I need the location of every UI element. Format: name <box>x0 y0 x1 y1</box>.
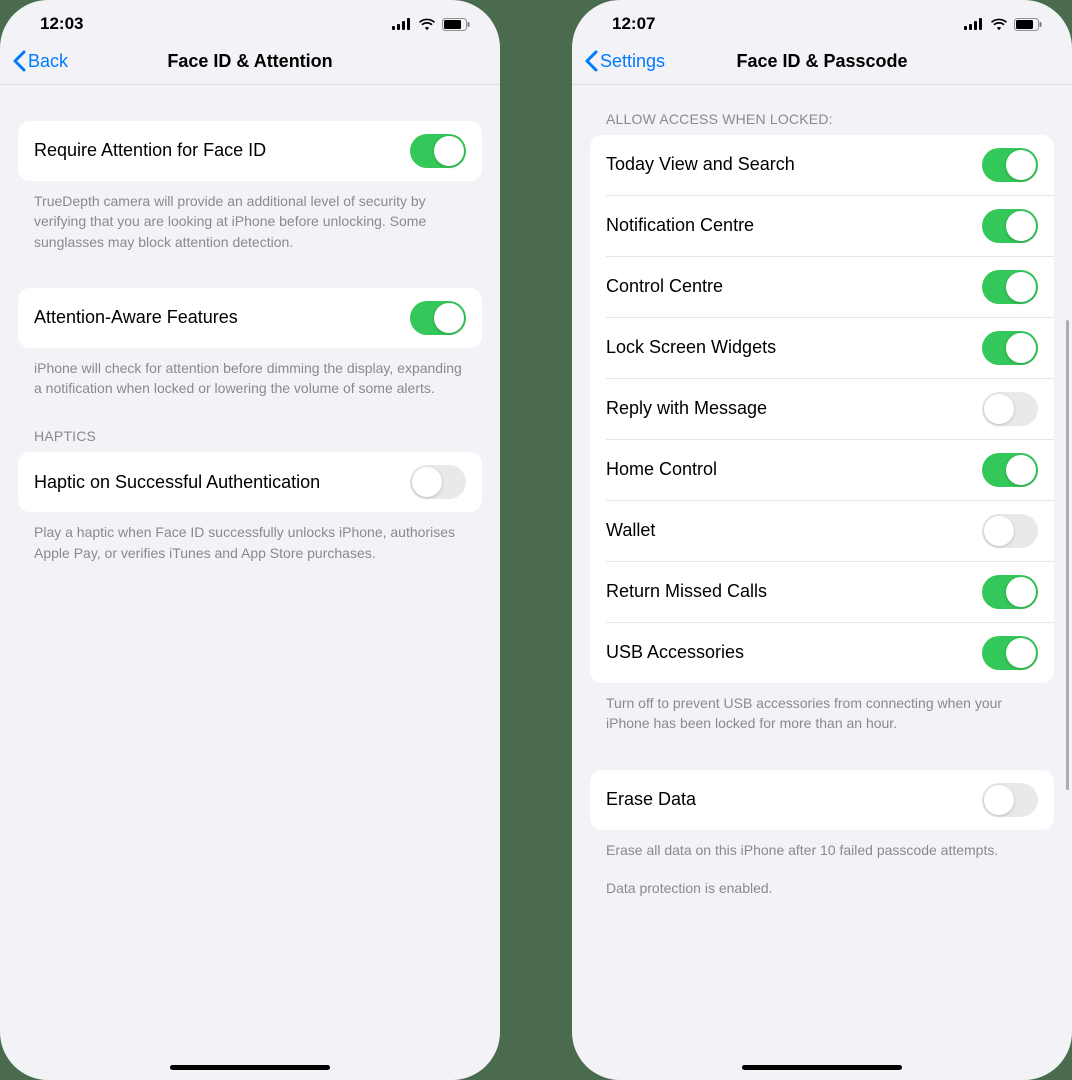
cellular-icon <box>964 18 984 30</box>
row-require-attention[interactable]: Require Attention for Face ID <box>18 121 482 181</box>
toggle-access-item[interactable] <box>982 270 1038 304</box>
back-button[interactable]: Back <box>12 50 68 72</box>
back-button[interactable]: Settings <box>584 50 665 72</box>
row-access-item[interactable]: Notification Centre <box>606 195 1054 256</box>
phone-left: 12:03 Back Face ID & Attention Require A… <box>0 0 500 1080</box>
toggle-access-item[interactable] <box>982 514 1038 548</box>
row-label: Require Attention for Face ID <box>34 139 266 162</box>
toggle-require-attention[interactable] <box>410 134 466 168</box>
footer-erase-2: Data protection is enabled. <box>606 878 1038 898</box>
wifi-icon <box>990 18 1008 31</box>
toggle-access-item[interactable] <box>982 453 1038 487</box>
phone-right: 12:07 Settings Face ID & Passcode ALLOW … <box>572 0 1072 1080</box>
toggle-access-item[interactable] <box>982 331 1038 365</box>
status-time: 12:03 <box>40 14 83 34</box>
row-label: Attention-Aware Features <box>34 306 238 329</box>
scroll-indicator[interactable] <box>1066 320 1069 790</box>
nav-bar: Settings Face ID & Passcode <box>572 40 1072 85</box>
wifi-icon <box>418 18 436 31</box>
row-attention-aware[interactable]: Attention-Aware Features <box>18 288 482 348</box>
footer-attention-aware: iPhone will check for attention before d… <box>34 358 466 399</box>
toggle-access-item[interactable] <box>982 209 1038 243</box>
row-label: Reply with Message <box>606 397 767 420</box>
section-header-haptics: HAPTICS <box>34 428 466 444</box>
row-label: Return Missed Calls <box>606 580 767 603</box>
back-label: Back <box>28 51 68 72</box>
footer-usb: Turn off to prevent USB accessories from… <box>606 693 1038 734</box>
row-label: Erase Data <box>606 788 696 811</box>
card-access: Today View and Search Notification Centre… <box>590 135 1054 683</box>
footer-erase-1: Erase all data on this iPhone after 10 f… <box>606 840 1038 860</box>
cellular-icon <box>392 18 412 30</box>
row-label: Control Centre <box>606 275 723 298</box>
toggle-access-item[interactable] <box>982 392 1038 426</box>
content-right: ALLOW ACCESS WHEN LOCKED: Today View and… <box>572 85 1072 1080</box>
card-haptic: Haptic on Successful Authentication <box>18 452 482 512</box>
toggle-access-item[interactable] <box>982 148 1038 182</box>
toggle-attention-aware[interactable] <box>410 301 466 335</box>
toggle-erase-data[interactable] <box>982 783 1038 817</box>
status-icons <box>964 18 1042 31</box>
row-label: Today View and Search <box>606 153 795 176</box>
toggle-access-item[interactable] <box>982 575 1038 609</box>
chevron-left-icon <box>584 50 598 72</box>
row-erase-data[interactable]: Erase Data <box>590 770 1054 830</box>
row-label: Haptic on Successful Authentication <box>34 471 320 494</box>
row-access-item[interactable]: Today View and Search <box>590 135 1054 195</box>
battery-icon <box>442 18 470 31</box>
status-bar: 12:03 <box>0 0 500 40</box>
row-haptic[interactable]: Haptic on Successful Authentication <box>18 452 482 512</box>
back-label: Settings <box>600 51 665 72</box>
section-header-access: ALLOW ACCESS WHEN LOCKED: <box>606 111 1038 127</box>
row-label: Notification Centre <box>606 214 754 237</box>
row-label: Home Control <box>606 458 717 481</box>
row-access-item[interactable]: Control Centre <box>606 256 1054 317</box>
toggle-access-item[interactable] <box>982 636 1038 670</box>
footer-haptic: Play a haptic when Face ID successfully … <box>34 522 466 563</box>
row-label: Lock Screen Widgets <box>606 336 776 359</box>
home-indicator[interactable] <box>170 1065 330 1070</box>
content-left: Require Attention for Face ID TrueDepth … <box>0 85 500 1080</box>
nav-bar: Back Face ID & Attention <box>0 40 500 85</box>
nav-title: Face ID & Attention <box>0 51 500 72</box>
row-access-item[interactable]: Home Control <box>606 439 1054 500</box>
footer-require-attention: TrueDepth camera will provide an additio… <box>34 191 466 252</box>
row-access-item[interactable]: Return Missed Calls <box>606 561 1054 622</box>
status-icons <box>392 18 470 31</box>
chevron-left-icon <box>12 50 26 72</box>
card-attention-aware: Attention-Aware Features <box>18 288 482 348</box>
toggle-haptic[interactable] <box>410 465 466 499</box>
status-time: 12:07 <box>612 14 655 34</box>
card-require-attention: Require Attention for Face ID <box>18 121 482 181</box>
card-erase: Erase Data <box>590 770 1054 830</box>
row-label: Wallet <box>606 519 655 542</box>
status-bar: 12:07 <box>572 0 1072 40</box>
row-label: USB Accessories <box>606 641 744 664</box>
home-indicator[interactable] <box>742 1065 902 1070</box>
row-access-item[interactable]: USB Accessories <box>606 622 1054 683</box>
row-access-item[interactable]: Wallet <box>606 500 1054 561</box>
row-access-item[interactable]: Reply with Message <box>606 378 1054 439</box>
battery-icon <box>1014 18 1042 31</box>
row-access-item[interactable]: Lock Screen Widgets <box>606 317 1054 378</box>
